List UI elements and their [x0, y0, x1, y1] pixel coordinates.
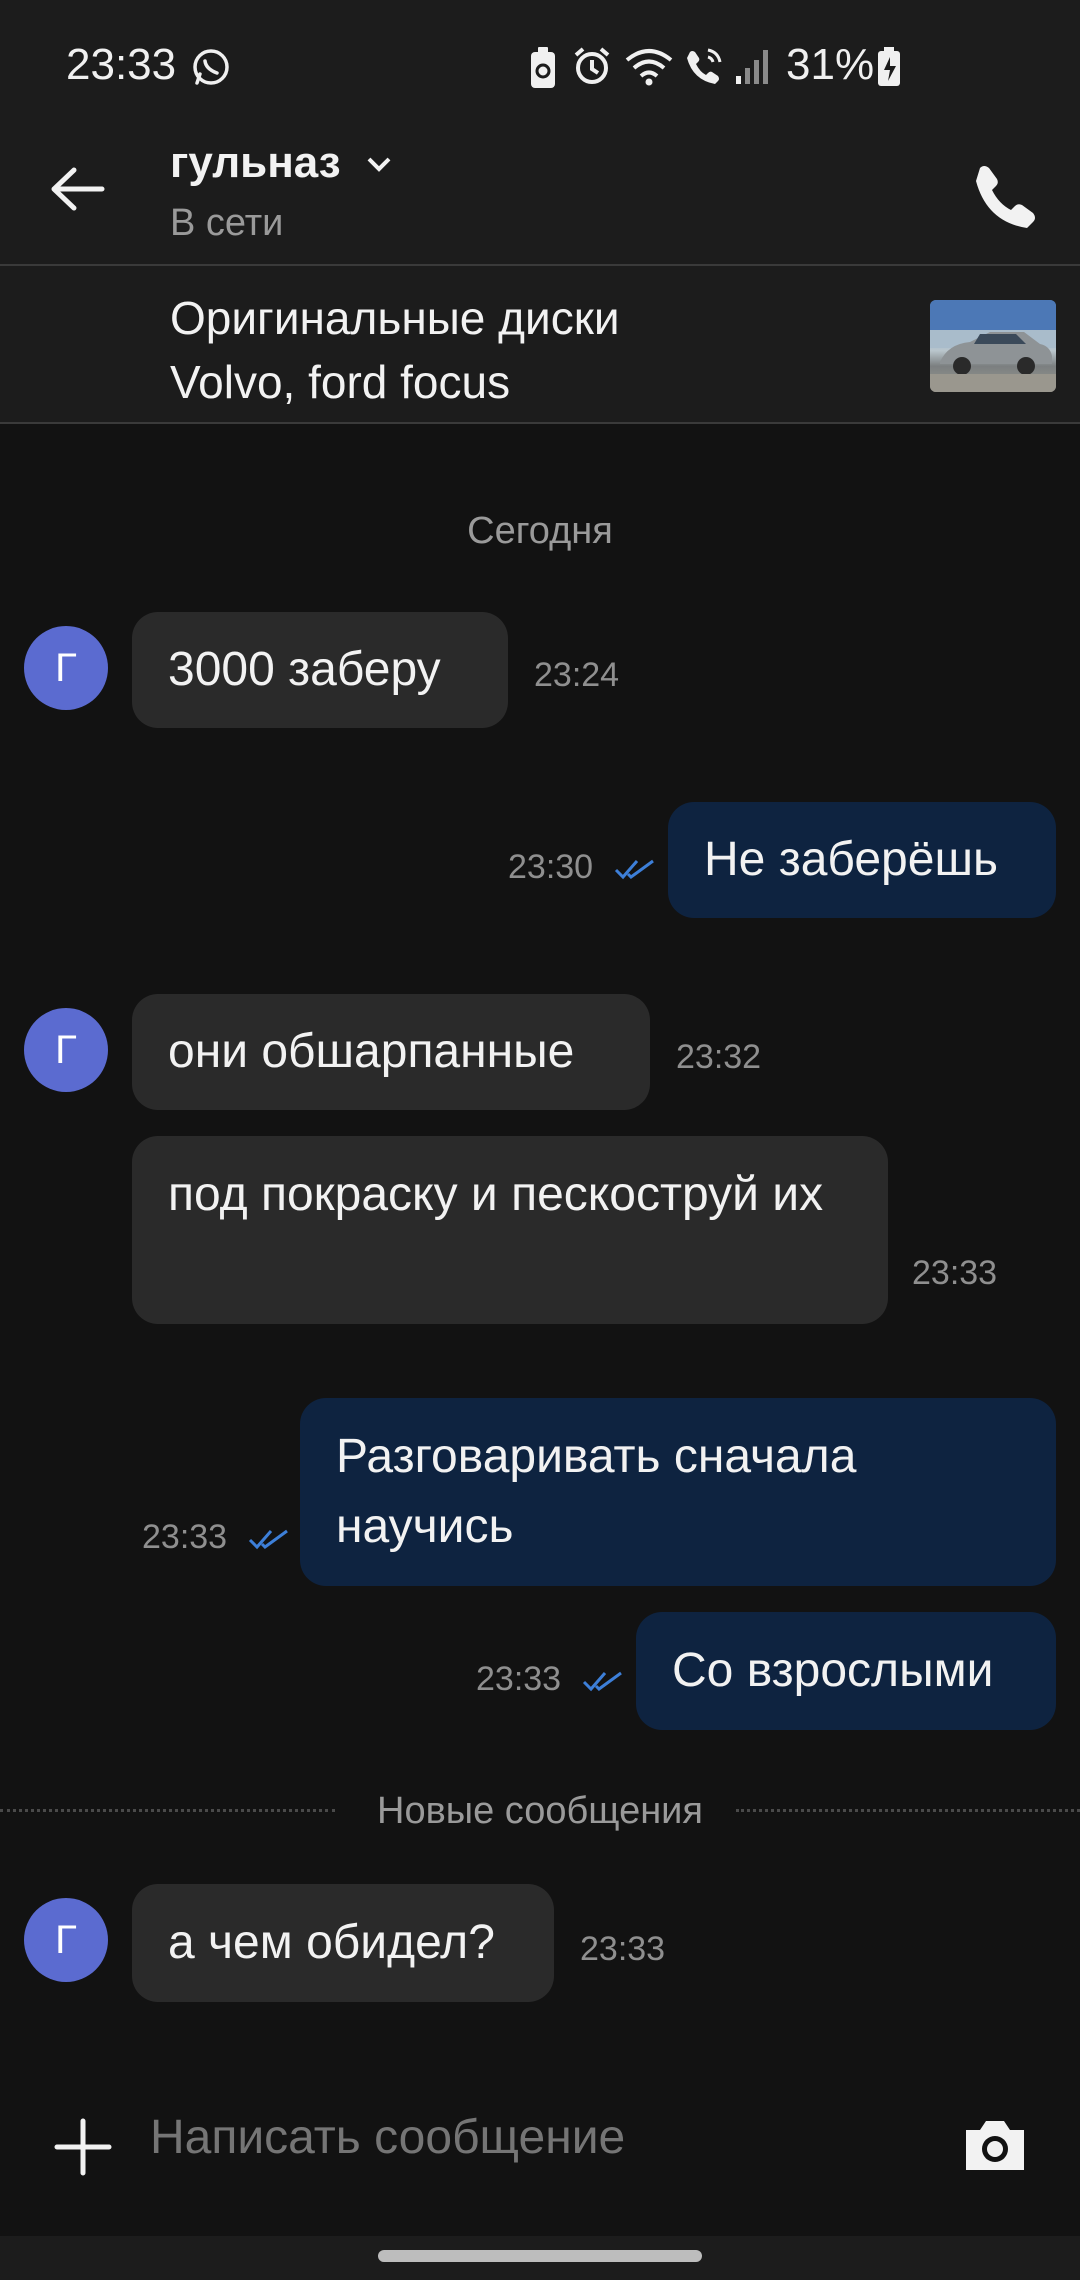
arrow-left-icon[interactable] — [50, 166, 106, 212]
message-text: Не заберёшь — [704, 833, 998, 886]
status-bar: 23:33 31% — [0, 0, 1080, 110]
system-nav-bar — [0, 2236, 1080, 2280]
message-bubble-incoming[interactable]: под покраску и пескоструй их — [132, 1136, 888, 1324]
message-time: 23:33 — [580, 1930, 666, 1968]
whatsapp-icon — [193, 49, 229, 85]
phone-icon[interactable] — [970, 162, 1036, 228]
avatar[interactable]: Г — [24, 1008, 108, 1092]
message-text: Разговаривать сначала научись — [336, 1430, 857, 1553]
message-text: 3000 заберу — [168, 643, 441, 696]
alarm-icon — [574, 47, 610, 84]
car-image — [930, 300, 1056, 392]
chevron-down-icon[interactable] — [366, 154, 392, 174]
message-composer — [0, 2090, 1080, 2236]
signal-icon — [736, 50, 768, 84]
new-messages-divider: Новые сообщения — [0, 1790, 1080, 1850]
home-gesture-handle[interactable] — [378, 2250, 702, 2262]
avatar[interactable]: Г — [24, 626, 108, 710]
date-separator: Сегодня — [467, 510, 613, 552]
message-time: 23:33 — [912, 1254, 998, 1292]
camera-icon[interactable] — [962, 2116, 1028, 2174]
message-text: а чем обидел? — [168, 1916, 495, 1969]
battery-percent: 31% — [786, 40, 875, 89]
message-time: 23:32 — [676, 1038, 762, 1076]
message-bubble-incoming[interactable]: 3000 заберу — [132, 612, 508, 728]
message-time: 23:24 — [534, 656, 620, 694]
contact-status: В сети — [170, 202, 284, 244]
wifi-icon — [625, 49, 673, 86]
avatar[interactable]: Г — [24, 1898, 108, 1982]
plus-icon[interactable] — [54, 2118, 112, 2176]
listing-banner[interactable]: Оригинальные диски Volvo, ford focus — [0, 266, 1080, 424]
divider-line — [736, 1809, 1080, 1812]
read-ticks-icon — [614, 859, 654, 880]
message-text: они обшарпанные — [168, 1025, 575, 1078]
listing-thumbnail[interactable] — [930, 300, 1056, 392]
battery-saver-icon — [531, 47, 555, 88]
message-bubble-outgoing[interactable]: Разговаривать сначала научись — [300, 1398, 1056, 1586]
status-time: 23:33 — [66, 40, 177, 89]
read-ticks-icon — [582, 1671, 622, 1692]
message-bubble-outgoing[interactable]: Со взрослыми — [636, 1612, 1056, 1730]
message-bubble-outgoing[interactable]: Не заберёшь — [668, 802, 1056, 918]
message-time: 23:30 — [508, 848, 594, 886]
message-text: Со взрослыми — [672, 1644, 994, 1697]
read-ticks-icon — [248, 1529, 288, 1550]
battery-charging-icon — [878, 47, 900, 86]
chat-header: гульназ В сети — [0, 110, 1080, 266]
contact-name[interactable]: гульназ — [170, 138, 341, 188]
wifi-calling-icon — [687, 48, 722, 84]
message-bubble-incoming[interactable]: они обшарпанные — [132, 994, 650, 1110]
message-text: под покраску и пескоструй их — [168, 1168, 824, 1221]
message-bubble-incoming[interactable]: а чем обидел? — [132, 1884, 554, 2002]
listing-title[interactable]: Оригинальные диски Volvo, ford focus — [170, 286, 730, 414]
message-time: 23:33 — [142, 1518, 228, 1556]
message-time: 23:33 — [476, 1660, 562, 1698]
message-input[interactable] — [150, 2110, 910, 2165]
